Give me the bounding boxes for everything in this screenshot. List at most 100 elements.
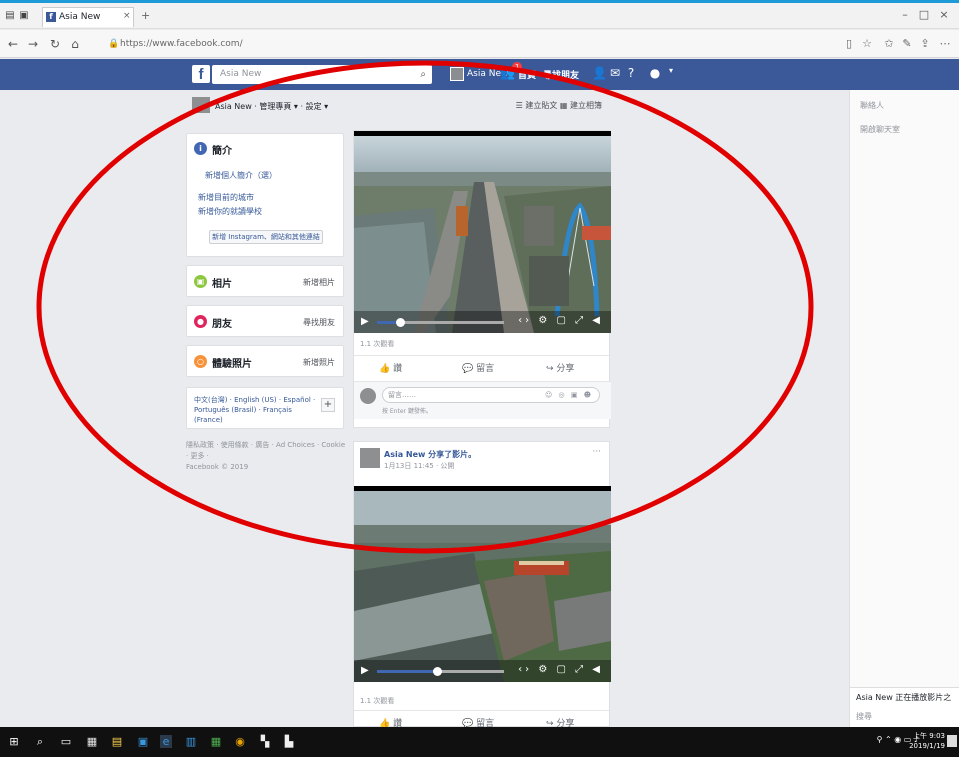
- app-icon-2[interactable]: ▥: [185, 735, 197, 748]
- page-avatar[interactable]: [192, 97, 210, 113]
- view-count: 1.1 次觀看: [360, 697, 395, 705]
- share-button[interactable]: ↪ 分享: [546, 361, 574, 374]
- video-settings-icons[interactable]: ‹› ⚙ ▢ ⤢ ◀: [518, 664, 603, 675]
- search-icon[interactable]: ⌕: [34, 735, 46, 748]
- add-city-link[interactable]: 新增目前的城市: [198, 192, 254, 203]
- video-progress-handle[interactable]: [395, 318, 405, 327]
- help-icon[interactable]: ?: [624, 66, 638, 80]
- comment-label: 留言: [476, 364, 495, 374]
- video-player[interactable]: ▶ ‹› ⚙ ▢ ⤢ ◀: [354, 486, 611, 682]
- edge-icon[interactable]: e: [160, 735, 172, 748]
- share-label: 分享: [556, 364, 575, 374]
- home-link[interactable]: 首頁: [518, 68, 536, 81]
- search-icon[interactable]: ⌕: [420, 65, 426, 84]
- search-placeholder: Asia New: [220, 69, 262, 79]
- video-progress-fill: [377, 670, 437, 673]
- app-icon-6[interactable]: ▙: [283, 735, 295, 748]
- comment-hint: 按 Enter 鍵發佈。: [382, 408, 432, 415]
- taskbar-clock[interactable]: 上午 9:03 2019/1/19: [909, 731, 945, 751]
- facebook-logo-icon[interactable]: f: [192, 65, 210, 83]
- page-create-actions[interactable]: ☰ 建立貼文 ▦ 建立相簿: [516, 100, 602, 111]
- more-menu-icon[interactable]: ⋯: [938, 37, 952, 50]
- share-arrow-icon: ↪: [546, 364, 554, 374]
- add-photos-link[interactable]: 新增相片: [303, 277, 335, 288]
- friends-title: 朋友: [212, 319, 232, 330]
- comment-input[interactable]: 留言…… ☺ ◎ ▣ ☻: [382, 387, 600, 403]
- like-button[interactable]: 👍 讚: [379, 361, 402, 374]
- post-timestamp[interactable]: 1月13日 11:45 · 公開: [384, 461, 454, 471]
- intro-bio-link[interactable]: 新增個人簡介（選）: [205, 170, 277, 181]
- intro-card: i 簡介 新增個人簡介（選） 新增目前的城市 新增你的就讀學校 新增 Insta…: [186, 133, 344, 257]
- chat-search-input[interactable]: 搜尋: [850, 707, 959, 727]
- maximize-icon[interactable]: □: [916, 8, 932, 21]
- url-text: https://www.facebook.com/: [120, 39, 243, 49]
- aerial-collapse-video-frame: [354, 491, 611, 682]
- store-icon[interactable]: ▣: [137, 735, 149, 748]
- tab-close-icon[interactable]: ×: [123, 11, 131, 21]
- url-input[interactable]: 🔒 https://www.facebook.com/: [108, 35, 828, 53]
- video-settings-icons[interactable]: ‹› ⚙ ▢ ⤢ ◀: [518, 315, 603, 326]
- task-view-icon[interactable]: ▭: [60, 735, 72, 748]
- back-icon[interactable]: ←: [6, 37, 20, 51]
- open-chat-link[interactable]: 開啟聊天室: [860, 124, 900, 135]
- thumbs-up-icon: 👍: [379, 364, 391, 374]
- start-icon[interactable]: ⊞: [8, 735, 20, 748]
- forward-icon[interactable]: →: [26, 37, 40, 51]
- favorites-hub-icon[interactable]: ✩: [882, 37, 896, 50]
- post-options-icon[interactable]: ···: [592, 447, 601, 457]
- post-actions: 👍 讚 💬 留言 ↪ 分享: [354, 355, 611, 379]
- notes-pen-icon[interactable]: ✎: [900, 37, 914, 50]
- footer-links[interactable]: 隱私政策 · 使用條款 · 廣告 · Ad Choices · Cookie ·…: [186, 441, 345, 460]
- tab-preview-icon[interactable]: ▣: [18, 10, 30, 22]
- app-icon-3[interactable]: ▦: [210, 735, 222, 748]
- page-name-menu[interactable]: Asia New · 管理專頁 ▾ · 設定 ▾: [215, 101, 328, 112]
- messenger-icon[interactable]: ✉: [608, 66, 622, 80]
- lock-icon: 🔒: [108, 39, 120, 49]
- play-icon[interactable]: ▶: [361, 316, 369, 327]
- app-icon-1[interactable]: ▦: [86, 735, 98, 748]
- app-icon-5[interactable]: ▚: [259, 735, 271, 748]
- new-tab-icon[interactable]: +: [141, 9, 150, 22]
- photos-icon: ▣: [194, 275, 207, 288]
- find-friends-side-link[interactable]: 尋找朋友: [303, 317, 335, 328]
- chat-notice[interactable]: Asia New 正在播放影片之一: [850, 687, 959, 713]
- minimize-icon[interactable]: –: [897, 8, 913, 21]
- like-label: 讚: [393, 364, 403, 374]
- share-icon[interactable]: ⇪: [918, 37, 932, 50]
- contacts-heading: 聯絡人: [860, 101, 884, 110]
- add-school-link[interactable]: 新增你的就讀學校: [198, 206, 262, 217]
- favorite-star-icon[interactable]: ☆: [860, 37, 874, 50]
- add-instagram-button[interactable]: 新增 Instagram、網站和其他連結: [209, 230, 323, 244]
- account-menu-icon[interactable]: ●: [648, 66, 662, 80]
- comment-button[interactable]: 💬 留言: [462, 361, 494, 374]
- video-progress-handle[interactable]: [432, 667, 442, 676]
- refresh-icon[interactable]: ↻: [48, 37, 62, 51]
- video-progress-bar[interactable]: [377, 667, 504, 676]
- video-progress-bar[interactable]: [377, 318, 504, 327]
- comment-icon: 💬: [462, 364, 474, 374]
- globe-icon: i: [194, 142, 207, 155]
- play-icon[interactable]: ▶: [361, 665, 369, 676]
- close-window-icon[interactable]: ×: [936, 8, 952, 21]
- language-list[interactable]: 中文(台灣) · English (US) · Español · Portug…: [194, 395, 318, 425]
- app-icon-4[interactable]: ◉: [234, 735, 246, 748]
- video-player[interactable]: ▶ ‹› ⚙ ▢ ⤢ ◀: [354, 131, 611, 333]
- add-experience-link[interactable]: 新增照片: [303, 357, 335, 368]
- comment-attachment-icons[interactable]: ☺ ◎ ▣ ☻: [545, 388, 593, 402]
- chevron-down-icon[interactable]: ▾: [664, 66, 678, 75]
- action-center-icon[interactable]: [947, 735, 957, 747]
- copyright: Facebook © 2019: [186, 463, 249, 471]
- shared-video-post: Asia New 分享了影片。 1月13日 11:45 · 公開 ··· ▶ ‹…: [353, 441, 611, 729]
- avatar[interactable]: [360, 448, 380, 468]
- file-explorer-icon[interactable]: ▤: [111, 735, 123, 748]
- post-author[interactable]: Asia New 分享了影片。: [384, 449, 476, 460]
- add-language-button[interactable]: +: [321, 398, 335, 412]
- browser-tab-active[interactable]: f Asia New: [42, 7, 134, 27]
- reading-view-icon[interactable]: ▯: [842, 37, 856, 50]
- find-friends-link[interactable]: 尋找朋友: [543, 68, 579, 81]
- friends-card: ● 朋友 尋找朋友: [186, 305, 344, 337]
- friends-icon[interactable]: 👤: [592, 66, 607, 80]
- home-icon[interactable]: ⌂: [68, 37, 82, 51]
- window-menu-icon[interactable]: ▤: [4, 10, 16, 22]
- facebook-search-input[interactable]: Asia New ⌕: [212, 65, 432, 84]
